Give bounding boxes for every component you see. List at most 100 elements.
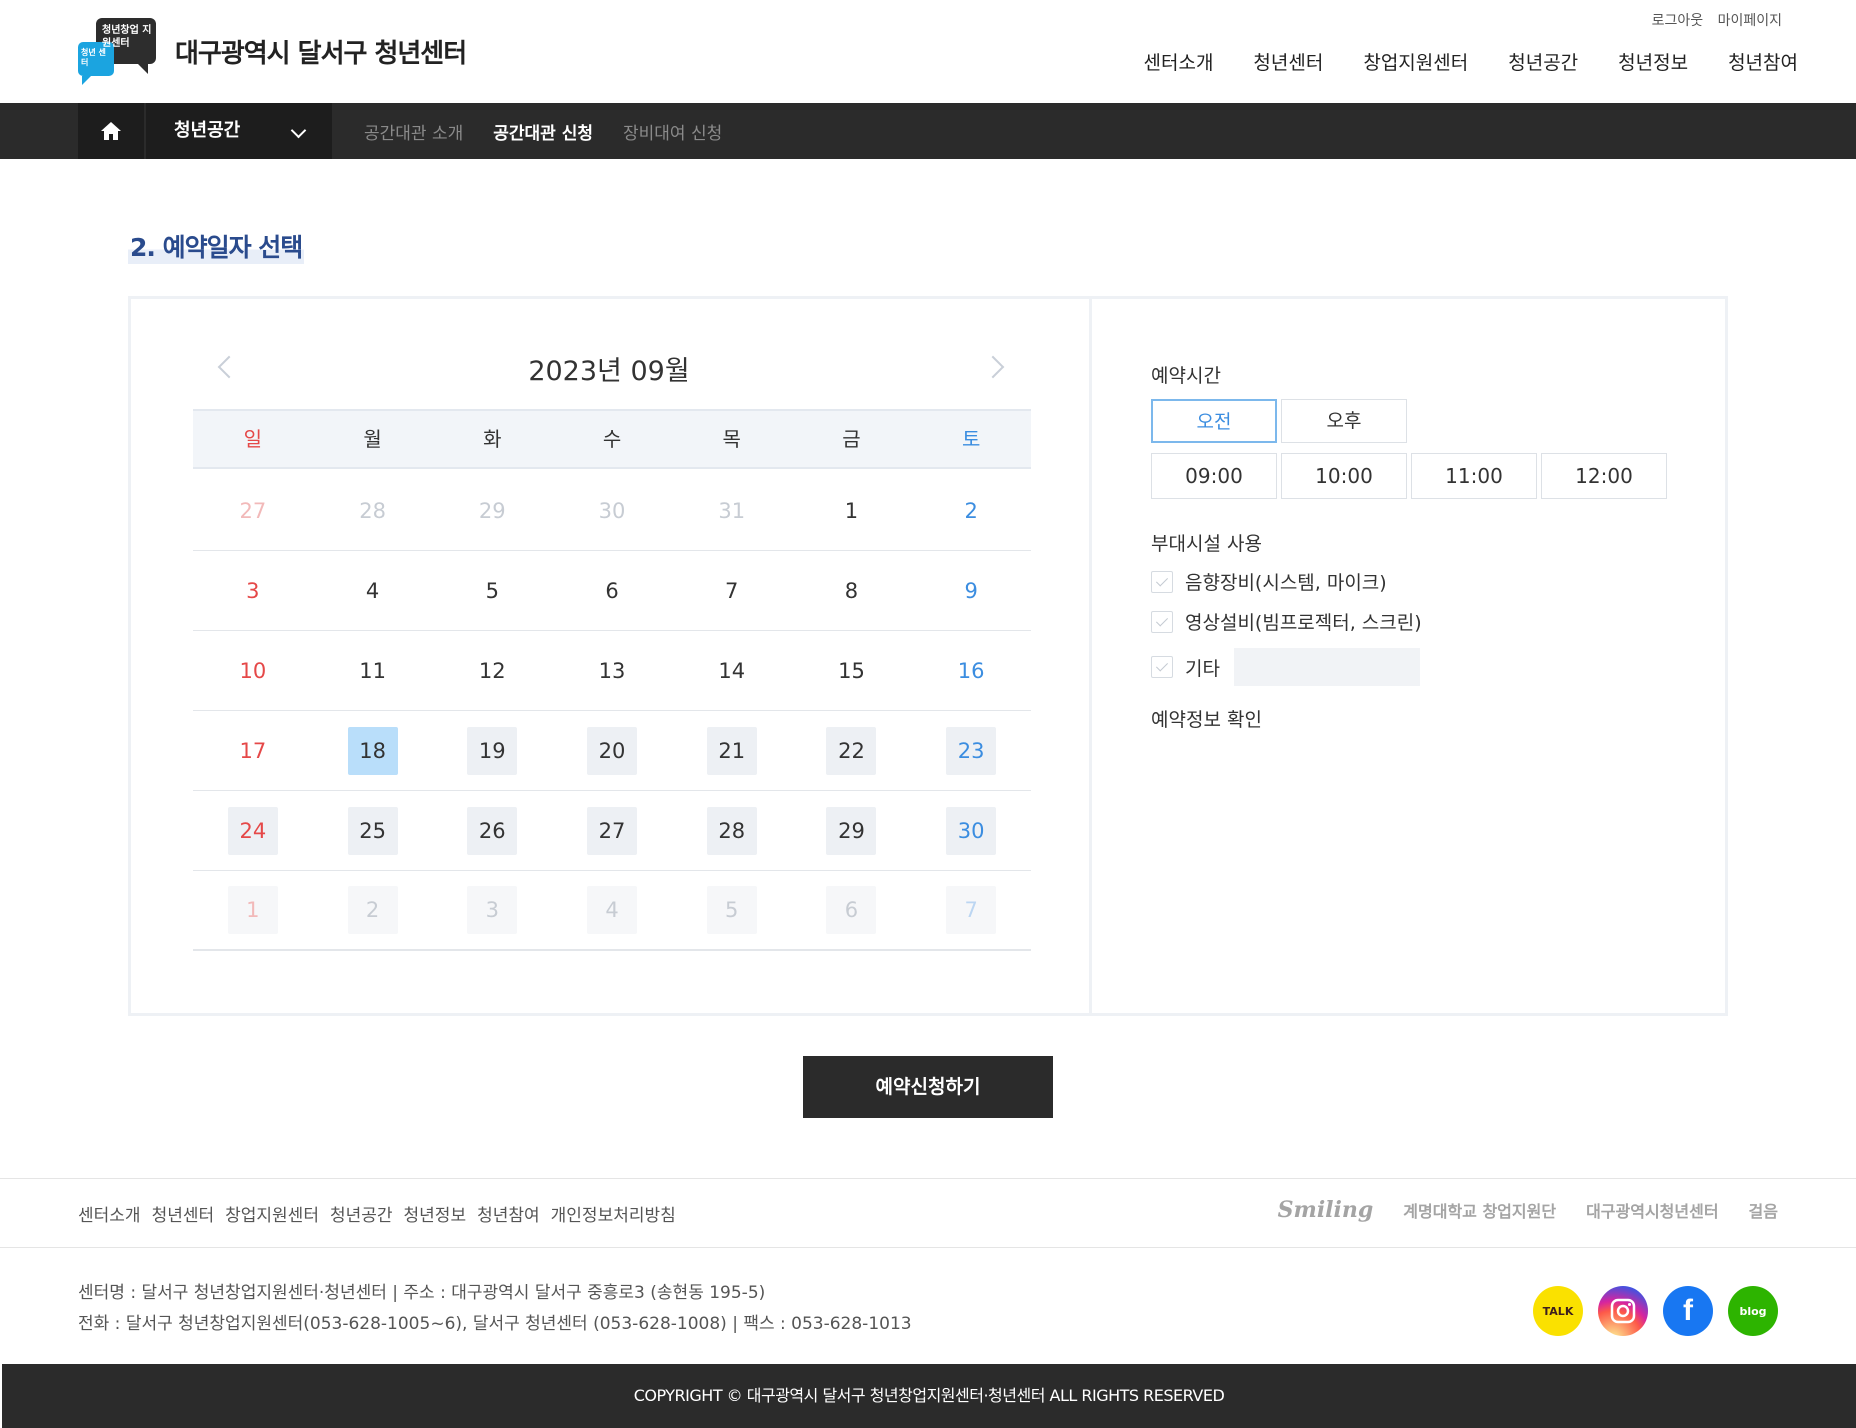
video-checkbox[interactable] bbox=[1151, 610, 1173, 633]
partner-logo-georeum[interactable]: 걸음 bbox=[1749, 1198, 1778, 1222]
calendar-week-row: 10 11 12 13 14 15 16 bbox=[193, 631, 1031, 711]
logo-text-sub: 청년 센터 bbox=[81, 48, 106, 67]
footer-links-bar: 센터소개 청년센터 창업지원센터 청년공간 청년정보 청년참여 개인정보처리방침… bbox=[0, 1178, 1856, 1248]
calendar-day-cell: 1 bbox=[193, 886, 313, 934]
calendar-day-number: 5 bbox=[485, 578, 499, 603]
time-slot-1100[interactable]: 11:00 bbox=[1411, 453, 1537, 499]
partner-logo-smiling[interactable]: Smiling bbox=[1278, 1197, 1374, 1223]
calendar-week-row: 3 4 5 6 7 8 9 bbox=[193, 551, 1031, 631]
weekday-sat: 토 bbox=[961, 427, 981, 451]
nav-youth-participation[interactable]: 청년참여 bbox=[1728, 48, 1798, 75]
calendar-day-cell[interactable]: 30 bbox=[911, 806, 1031, 855]
calendar-day-cell[interactable]: 27 bbox=[552, 806, 672, 855]
submit-reservation-button[interactable]: 예약신청하기 bbox=[803, 1056, 1053, 1118]
weekday-wed: 수 bbox=[602, 427, 622, 451]
footer-link-youth-participation[interactable]: 청년참여 bbox=[477, 1201, 540, 1226]
calendar-day-cell: 5 bbox=[672, 886, 792, 934]
calendar-week-row: 1 2 3 4 5 6 7 bbox=[193, 871, 1031, 951]
home-icon bbox=[101, 122, 121, 140]
footer-link-center-intro[interactable]: 센터소개 bbox=[78, 1201, 141, 1226]
utility-links: 로그아웃 마이페이지 bbox=[1642, 10, 1782, 30]
etc-input[interactable] bbox=[1233, 648, 1420, 686]
calendar-day-cell: 17 bbox=[193, 727, 313, 775]
tab-equipment-rental-apply[interactable]: 장비대여 신청 bbox=[623, 119, 722, 144]
footer-link-youth-info[interactable]: 청년정보 bbox=[404, 1201, 467, 1226]
ampm-toggle: 오전 오후 bbox=[1151, 399, 1411, 443]
calendar-day-cell: 3 bbox=[432, 886, 552, 934]
site-title[interactable]: 대구광역시 달서구 청년센터 bbox=[175, 33, 467, 70]
calendar-day-number: 8 bbox=[844, 578, 859, 603]
calendar-day-cell[interactable]: 25 bbox=[313, 806, 433, 855]
booking-box: 2023년 09월 일 월 화 수 목 금 토 27 28 29 30 31 1 2 3 4 5 6… bbox=[128, 296, 1728, 1016]
etc-option-label: 기타 bbox=[1185, 657, 1220, 680]
calendar-day-cell[interactable]: 18 bbox=[313, 726, 433, 775]
etc-checkbox[interactable] bbox=[1151, 656, 1173, 678]
logout-link[interactable]: 로그아웃 bbox=[1652, 13, 1704, 29]
tab-space-rental-intro[interactable]: 공간대관 소개 bbox=[364, 119, 463, 144]
nav-youth-space[interactable]: 청년공간 bbox=[1508, 48, 1578, 75]
am-button[interactable]: 오전 bbox=[1151, 399, 1277, 443]
calendar-day-number: 14 bbox=[718, 658, 746, 683]
sub-tabs: 공간대관 소개 공간대관 신청 장비대여 신청 bbox=[364, 103, 752, 159]
confirm-label: 예약정보 확인 bbox=[1151, 709, 1262, 731]
calendar-day-number: 28 bbox=[706, 806, 757, 855]
calendar-day-number: 23 bbox=[946, 726, 997, 775]
calendar-day-number: 6 bbox=[826, 886, 877, 934]
calendar-day-cell[interactable]: 20 bbox=[552, 726, 672, 775]
calendar-day-number: 30 bbox=[598, 498, 626, 523]
nav-youth-info[interactable]: 청년정보 bbox=[1618, 48, 1688, 75]
footer-info: 센터명 : 달서구 청년창업지원센터·청년센터 | 주소 : 대구광역시 달서구… bbox=[78, 1278, 912, 1340]
option-video: 영상설비(빔프로젝터, 스크린) bbox=[1151, 608, 1422, 635]
blog-icon[interactable]: blog bbox=[1728, 1286, 1778, 1336]
sns-links: TALK f blog bbox=[1518, 1286, 1778, 1336]
calendar-day-number: 31 bbox=[718, 498, 746, 523]
weekday-tue: 화 bbox=[483, 427, 502, 451]
copyright-bar: COPYRIGHT © 대구광역시 달서구 청년창업지원센터·청년센터 ALL … bbox=[2, 1364, 1856, 1428]
facebook-icon[interactable]: f bbox=[1663, 1286, 1713, 1336]
calendar-day-cell[interactable]: 26 bbox=[432, 806, 552, 855]
time-slot-1000[interactable]: 10:00 bbox=[1281, 453, 1407, 499]
weekday-mon: 월 bbox=[363, 427, 382, 451]
calendar-day-number: 22 bbox=[826, 726, 877, 775]
footer-link-youth-center[interactable]: 청년센터 bbox=[152, 1201, 215, 1226]
nav-center-intro[interactable]: 센터소개 bbox=[1144, 48, 1214, 75]
time-slot-1200[interactable]: 12:00 bbox=[1541, 453, 1667, 499]
calendar-day-cell: 2 bbox=[313, 886, 433, 934]
main-nav: 센터소개 청년센터 창업지원센터 청년공간 청년정보 청년참여 bbox=[1104, 48, 1799, 75]
calendar-day-number: 11 bbox=[359, 658, 386, 683]
footer-link-startup-center[interactable]: 창업지원센터 bbox=[225, 1201, 319, 1226]
mypage-link[interactable]: 마이페이지 bbox=[1718, 13, 1782, 29]
partner-logo-keimyung[interactable]: 계명대학교 창업지원단 bbox=[1403, 1198, 1556, 1222]
category-select[interactable]: 청년공간 bbox=[146, 103, 332, 159]
calendar-day-cell: 2 bbox=[911, 487, 1031, 535]
calendar-day-number: 25 bbox=[347, 806, 398, 855]
site-logo[interactable]: 청년창업 지원센터 청년 센터 bbox=[78, 18, 158, 85]
calendar-day-cell[interactable]: 21 bbox=[672, 726, 792, 775]
calendar-day-cell: 10 bbox=[193, 647, 313, 695]
home-button[interactable] bbox=[78, 103, 144, 159]
footer-link-privacy[interactable]: 개인정보처리방침 bbox=[551, 1201, 676, 1226]
calendar-day-number: 4 bbox=[365, 578, 380, 603]
calendar-day-cell: 6 bbox=[792, 886, 912, 934]
calendar-day-number: 12 bbox=[478, 658, 506, 683]
calendar-day-cell: 16 bbox=[911, 647, 1031, 695]
kakaotalk-icon[interactable]: TALK bbox=[1533, 1286, 1583, 1336]
calendar-day-cell[interactable]: 23 bbox=[911, 726, 1031, 775]
calendar-day-cell[interactable]: 28 bbox=[672, 806, 792, 855]
option-audio: 음향장비(시스템, 마이크) bbox=[1151, 568, 1387, 595]
footer-link-youth-space[interactable]: 청년공간 bbox=[330, 1201, 393, 1226]
instagram-icon[interactable] bbox=[1598, 1286, 1648, 1336]
tab-space-rental-apply[interactable]: 공간대관 신청 bbox=[493, 119, 593, 144]
nav-youth-center[interactable]: 청년센터 bbox=[1253, 48, 1323, 75]
calendar-day-cell[interactable]: 29 bbox=[792, 806, 912, 855]
time-slot-0900[interactable]: 09:00 bbox=[1151, 453, 1277, 499]
calendar-day-cell[interactable]: 24 bbox=[193, 806, 313, 855]
calendar-day-cell[interactable]: 22 bbox=[792, 726, 912, 775]
calendar-day-number: 17 bbox=[239, 738, 267, 763]
calendar-day-cell[interactable]: 19 bbox=[432, 726, 552, 775]
calendar-day-number: 26 bbox=[467, 806, 518, 855]
partner-logo-daegu-youth[interactable]: 대구광역시청년센터 bbox=[1586, 1198, 1718, 1222]
audio-checkbox[interactable] bbox=[1151, 570, 1173, 593]
pm-button[interactable]: 오후 bbox=[1281, 399, 1407, 443]
nav-startup-center[interactable]: 창업지원센터 bbox=[1363, 48, 1468, 75]
